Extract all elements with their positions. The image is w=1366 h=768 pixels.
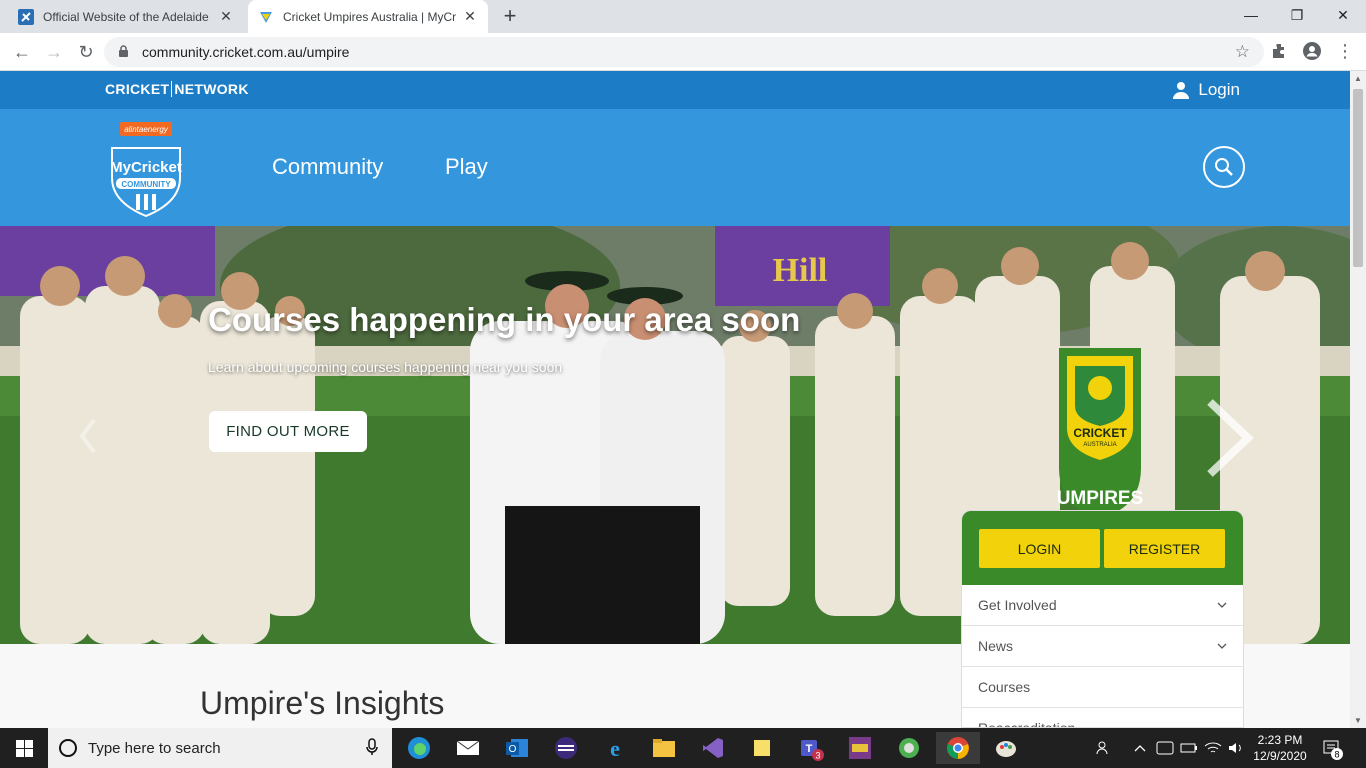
chrome-icon[interactable] bbox=[936, 732, 980, 764]
carousel-prev-icon[interactable] bbox=[78, 416, 98, 461]
section-title: Umpire's Insights bbox=[200, 685, 445, 721]
maps-app-icon[interactable] bbox=[893, 732, 925, 764]
side-login-button[interactable]: LOGIN bbox=[979, 529, 1100, 568]
page-scrollbar[interactable]: ▲ ▼ bbox=[1350, 71, 1366, 728]
cricket-favicon-icon bbox=[258, 9, 274, 25]
minimize-icon[interactable]: — bbox=[1228, 0, 1274, 30]
badge-umpires-text: UMPIRES bbox=[1057, 488, 1144, 509]
edge-icon[interactable] bbox=[403, 732, 435, 764]
profile-icon[interactable] bbox=[1302, 41, 1324, 63]
keyboard-layout-icon[interactable] bbox=[1156, 728, 1174, 768]
tab-title: Cricket Umpires Australia | MyCri bbox=[283, 9, 456, 24]
paint-icon[interactable] bbox=[990, 732, 1022, 764]
svg-text:e: e bbox=[610, 736, 620, 760]
chevron-up-icon[interactable] bbox=[1134, 728, 1146, 768]
nav-play[interactable]: Play bbox=[445, 154, 488, 180]
close-tab-icon[interactable]: ✕ bbox=[218, 8, 234, 25]
svg-text:Hill: Hill bbox=[773, 252, 828, 289]
site-search-button[interactable] bbox=[1203, 146, 1245, 188]
hero-title: Courses happening in your area soon bbox=[208, 301, 801, 338]
notification-center-icon[interactable]: 8 bbox=[1322, 738, 1344, 765]
taskbar-search-input[interactable]: Type here to search bbox=[48, 728, 392, 768]
lock-icon bbox=[118, 45, 129, 63]
browser-tab-adelaide[interactable]: Official Website of the Adelaide S ✕ bbox=[8, 0, 244, 33]
cricket-network-bar: CRICKET NETWORK Login bbox=[0, 71, 1350, 109]
system-clock[interactable]: 2:23 PM 12/9/2020 bbox=[1250, 732, 1310, 764]
forward-icon[interactable]: → bbox=[40, 38, 68, 66]
chevron-down-icon bbox=[1217, 643, 1227, 649]
community-text: COMMUNITY bbox=[121, 180, 171, 189]
carousel-next-icon[interactable] bbox=[1200, 396, 1256, 485]
svg-text:O: O bbox=[509, 744, 517, 755]
scrollbar-thumb[interactable] bbox=[1353, 89, 1363, 267]
tab-title: Official Website of the Adelaide S bbox=[43, 9, 212, 24]
svg-text:T: T bbox=[806, 743, 813, 755]
extensions-icon[interactable] bbox=[1270, 41, 1292, 63]
bookmark-star-icon[interactable]: ☆ bbox=[1235, 42, 1250, 62]
mail-icon[interactable] bbox=[452, 732, 484, 764]
badge-cricket-text: CRICKET bbox=[1073, 426, 1127, 440]
clock-date: 12/9/2020 bbox=[1253, 749, 1307, 763]
notification-count: 8 bbox=[1334, 750, 1339, 760]
find-out-more-button[interactable]: FIND OUT MORE bbox=[209, 411, 367, 452]
outlook-icon[interactable]: O bbox=[501, 732, 533, 764]
game-app-icon[interactable] bbox=[844, 732, 876, 764]
close-tab-icon[interactable]: ✕ bbox=[462, 8, 478, 25]
restore-icon[interactable]: ❐ bbox=[1274, 0, 1320, 30]
badge-australia-text: AUSTRALIA bbox=[1083, 442, 1116, 448]
nav-community[interactable]: Community bbox=[272, 154, 383, 180]
new-tab-button[interactable]: + bbox=[498, 4, 522, 28]
taskbar-search-placeholder: Type here to search bbox=[88, 739, 221, 757]
sponsor-text: alintaenergy bbox=[124, 125, 169, 134]
address-bar[interactable]: community.cricket.com.au/umpire ☆ bbox=[104, 37, 1264, 67]
side-menu-reaccreditation[interactable]: Reaccreditation bbox=[962, 708, 1243, 727]
browser-toolbar: ← → ↻ community.cricket.com.au/umpire ☆ … bbox=[0, 33, 1366, 71]
url-text: community.cricket.com.au/umpire bbox=[142, 44, 350, 60]
adelaide-favicon-icon bbox=[18, 8, 34, 25]
people-icon[interactable] bbox=[1096, 728, 1112, 768]
visual-studio-icon[interactable] bbox=[697, 732, 729, 764]
auth-button-group: LOGIN REGISTER bbox=[962, 511, 1243, 585]
side-menu-courses[interactable]: Courses bbox=[962, 667, 1243, 708]
mycricket-community-logo[interactable]: alintaenergy MyCricket COMMUNITY bbox=[106, 122, 186, 218]
reload-icon[interactable]: ↻ bbox=[72, 38, 100, 66]
login-label: Login bbox=[1198, 80, 1240, 99]
search-icon bbox=[1215, 158, 1233, 176]
hero-subtitle: Learn about upcoming courses happening n… bbox=[208, 359, 563, 375]
site-main-header: alintaenergy MyCricket COMMUNITY Communi… bbox=[0, 109, 1350, 226]
side-menu-news[interactable]: News bbox=[962, 626, 1243, 667]
side-register-button[interactable]: REGISTER bbox=[1104, 529, 1225, 568]
volume-icon[interactable] bbox=[1228, 728, 1246, 768]
teams-icon[interactable]: T3 bbox=[795, 732, 827, 764]
clock-time: 2:23 PM bbox=[1257, 733, 1303, 747]
battery-icon[interactable] bbox=[1180, 728, 1198, 768]
browser-tab-umpires[interactable]: Cricket Umpires Australia | MyCri ✕ bbox=[248, 0, 488, 33]
cricket-network-logo[interactable]: CRICKET NETWORK bbox=[105, 81, 249, 97]
search-circle-icon bbox=[59, 739, 77, 757]
internet-explorer-icon[interactable]: e bbox=[599, 732, 631, 764]
brand-text: MyCricket bbox=[110, 159, 182, 176]
login-link[interactable]: Login bbox=[1172, 80, 1240, 100]
wifi-icon[interactable] bbox=[1204, 728, 1222, 768]
eclipse-icon[interactable] bbox=[550, 732, 582, 764]
microphone-icon[interactable] bbox=[366, 738, 378, 756]
browser-tab-bar: Official Website of the Adelaide S ✕ Cri… bbox=[0, 0, 1366, 33]
teams-badge: 3 bbox=[815, 751, 820, 761]
sticky-notes-icon[interactable] bbox=[746, 732, 778, 764]
menu-dots-icon[interactable]: ⋮ bbox=[1334, 41, 1356, 63]
windows-start-icon[interactable] bbox=[0, 728, 48, 768]
back-icon[interactable]: ← bbox=[8, 38, 36, 66]
cricket-australia-umpires-badge: CRICKET AUSTRALIA UMPIRES bbox=[1053, 348, 1147, 518]
umpires-side-panel: LOGIN REGISTER Get Involved News Courses… bbox=[961, 510, 1244, 728]
windows-taskbar: Type here to search O e T3 2:23 PM 12/9/… bbox=[0, 728, 1366, 768]
file-explorer-icon[interactable] bbox=[648, 732, 680, 764]
chevron-down-icon bbox=[1217, 602, 1227, 608]
user-icon bbox=[1173, 82, 1190, 99]
close-window-icon[interactable]: ✕ bbox=[1320, 0, 1366, 30]
side-menu-get-involved[interactable]: Get Involved bbox=[962, 585, 1243, 626]
